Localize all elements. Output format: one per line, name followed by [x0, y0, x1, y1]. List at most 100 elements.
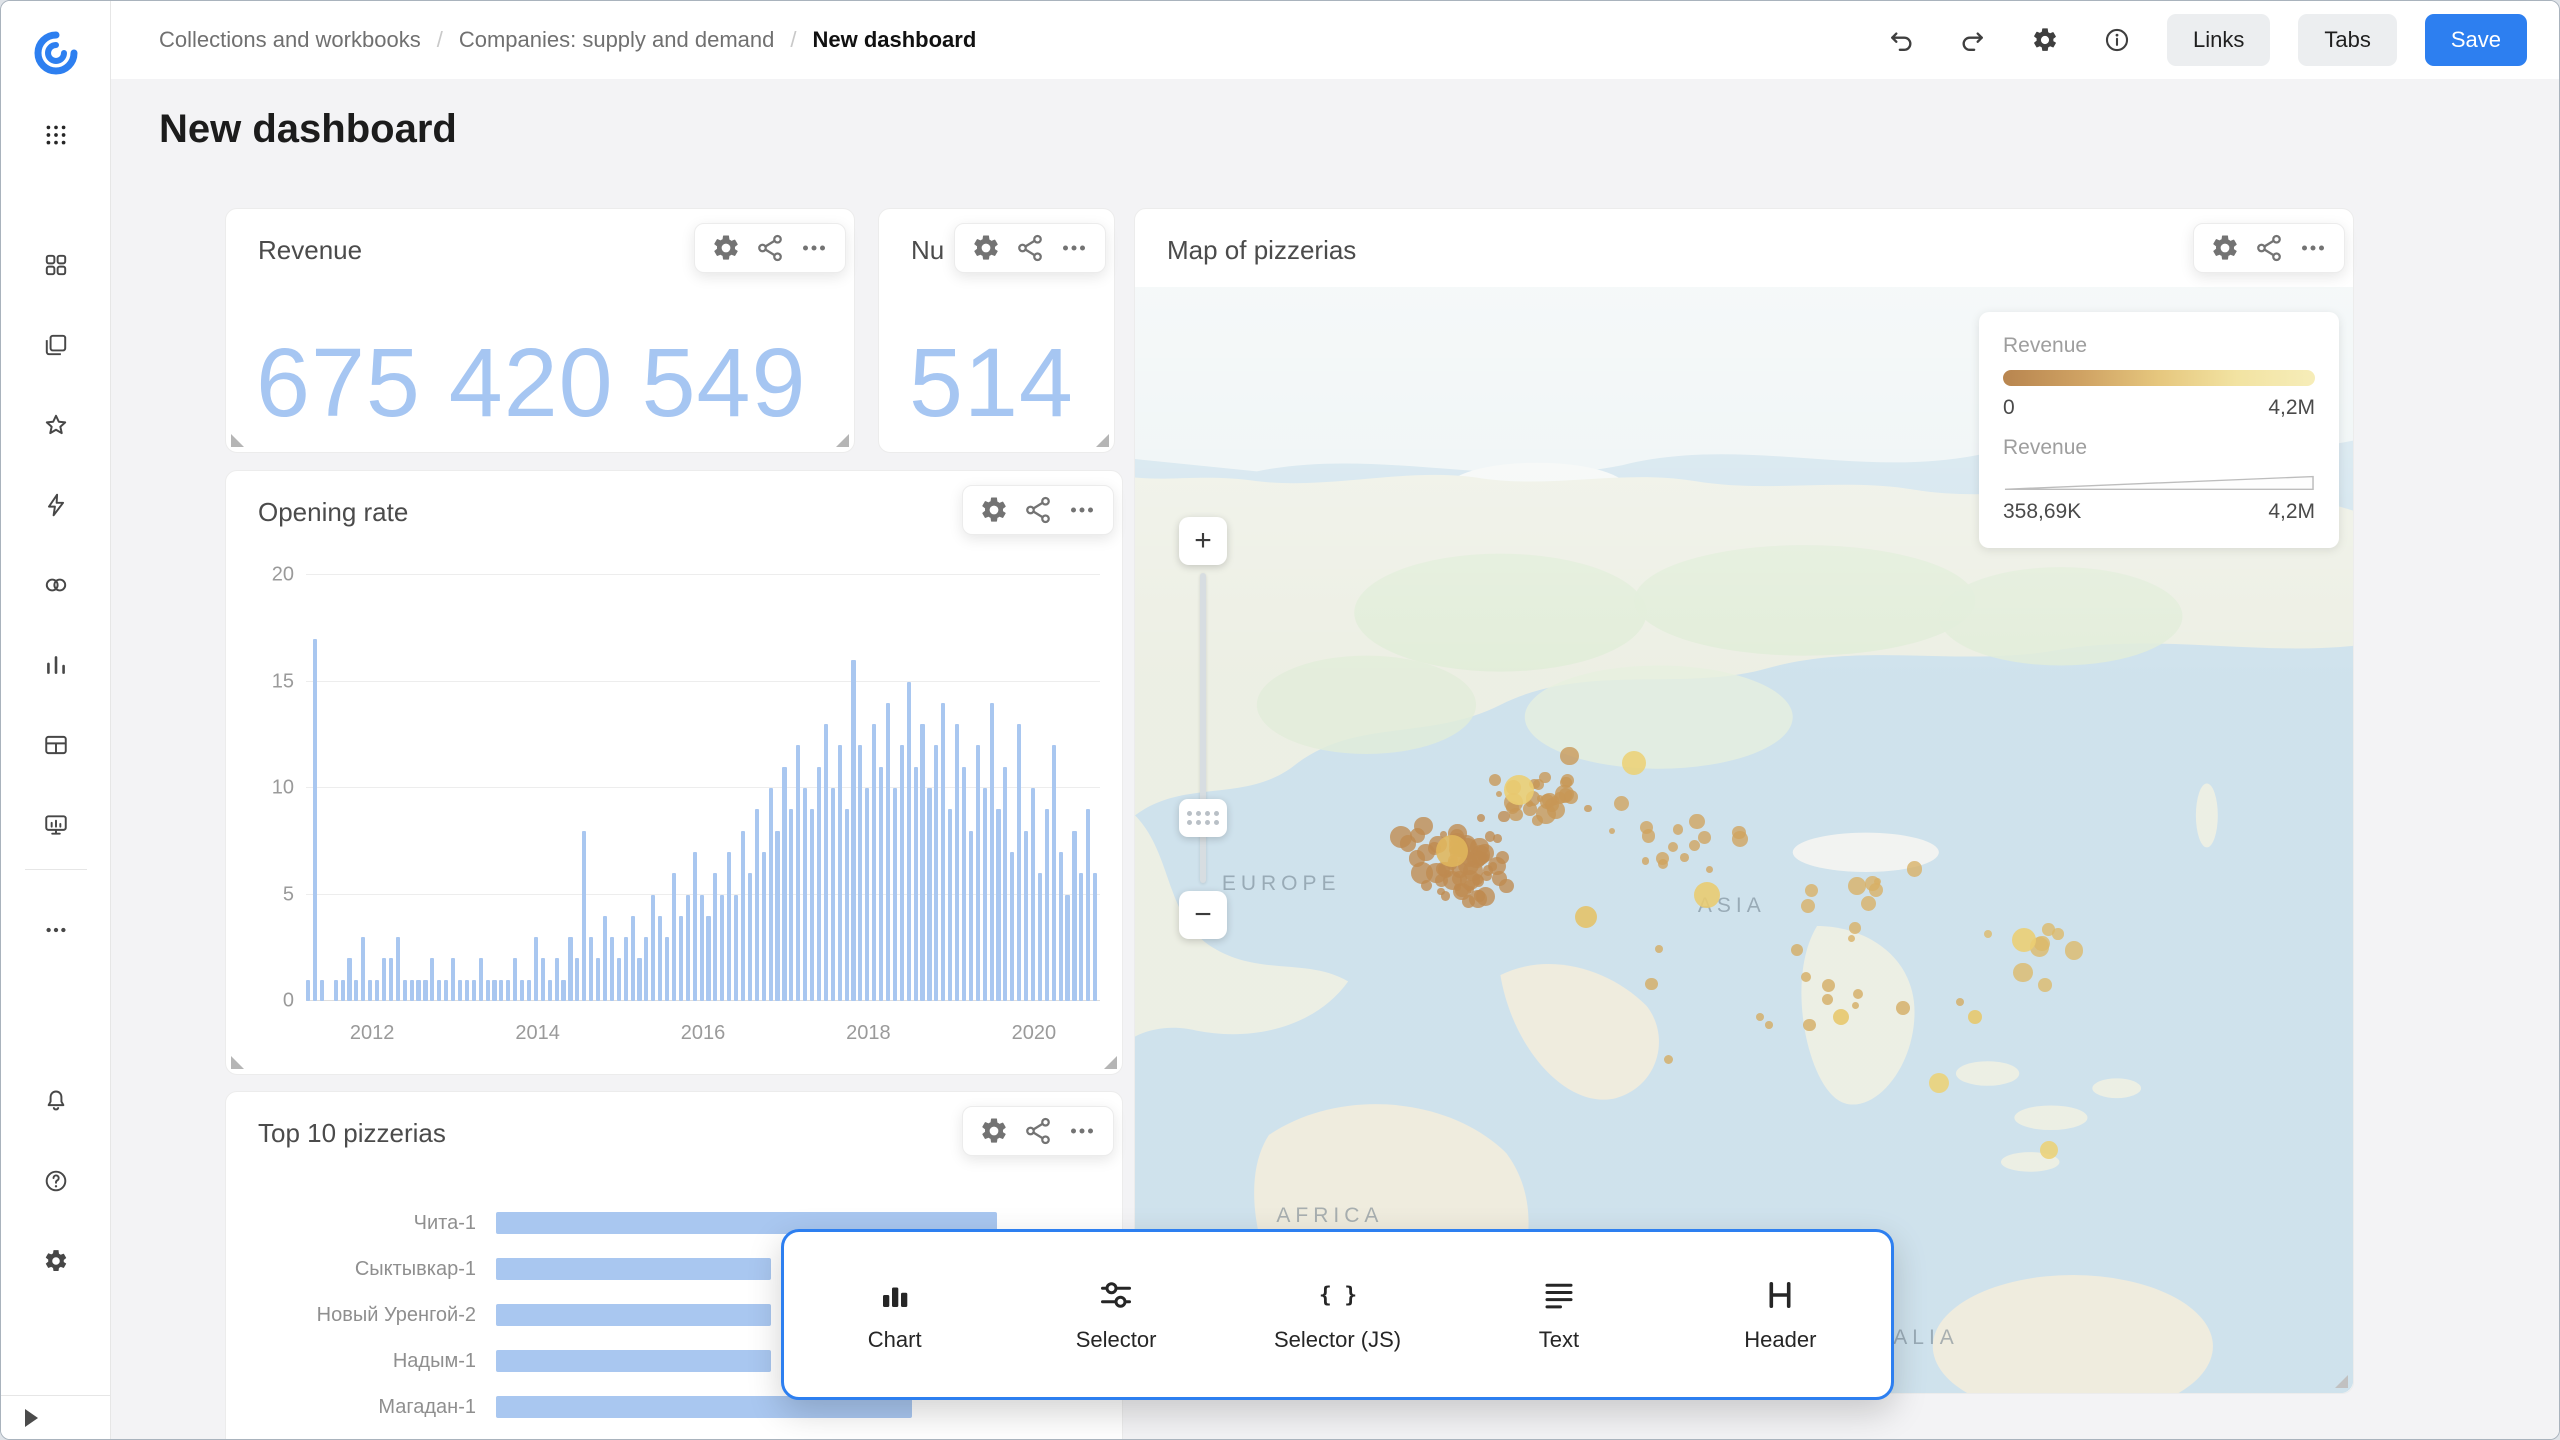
bar	[361, 937, 365, 1001]
save-button[interactable]: Save	[2425, 14, 2527, 66]
tabs-button[interactable]: Tabs	[2298, 14, 2396, 66]
add-selector-button[interactable]: Selector	[1005, 1232, 1226, 1397]
settings-button[interactable]	[34, 1239, 78, 1283]
add-chart-button[interactable]: Chart	[784, 1232, 1005, 1397]
widget-revenue[interactable]: Revenue 675 420 549	[225, 208, 855, 453]
widget-share-button[interactable]	[1023, 495, 1053, 525]
bar	[389, 958, 393, 1001]
layers-icon	[43, 332, 69, 358]
bar	[444, 980, 448, 1001]
widget-map[interactable]: Map of pizzerias	[1134, 208, 2354, 1394]
resize-handle[interactable]	[231, 434, 244, 447]
notifications-button[interactable]	[34, 1079, 78, 1123]
links-button[interactable]: Links	[2167, 14, 2270, 66]
sidebar-item-quick-actions[interactable]	[34, 483, 78, 527]
map-point	[1542, 793, 1556, 807]
add-text-button[interactable]: Text	[1448, 1232, 1669, 1397]
collapse-sidebar-icon[interactable]	[25, 1409, 38, 1427]
x-axis-tick: 2020	[1012, 1022, 1057, 1045]
y-axis-tick: 10	[248, 777, 294, 800]
bar	[824, 724, 828, 1001]
bar	[334, 980, 338, 1001]
add-widget-toolbar: Chart Selector Selector (JS) Text Header	[781, 1229, 1894, 1400]
bar	[651, 895, 655, 1002]
widget-share-button[interactable]	[1015, 233, 1045, 263]
map-point	[1833, 1009, 1849, 1025]
map-point	[1417, 844, 1435, 862]
sidebar-item-connections[interactable]	[34, 563, 78, 607]
resize-handle[interactable]	[1096, 434, 1109, 447]
bar	[472, 980, 476, 1001]
ellipsis-icon	[2298, 233, 2328, 263]
widget-more-button[interactable]	[1067, 1116, 1097, 1146]
map-zoom-control: + −	[1179, 517, 1227, 939]
zoom-in-button[interactable]: +	[1179, 517, 1227, 565]
bar	[672, 873, 676, 1001]
bar	[720, 895, 724, 1002]
bar	[430, 958, 434, 1001]
map-point	[1655, 945, 1663, 953]
bar	[851, 660, 855, 1001]
map-point	[1706, 866, 1713, 873]
widget-settings-button[interactable]	[979, 495, 1009, 525]
dashboard-settings-button[interactable]	[2023, 18, 2067, 62]
map-point	[2065, 941, 2083, 959]
widget-more-button[interactable]	[799, 233, 829, 263]
widget-settings-button[interactable]	[711, 233, 741, 263]
add-header-button[interactable]: Header	[1670, 1232, 1891, 1397]
sidebar-item-favorites[interactable]	[34, 403, 78, 447]
undo-button[interactable]	[1879, 18, 1923, 62]
widget-settings-button[interactable]	[971, 233, 1001, 263]
widget-share-button[interactable]	[755, 233, 785, 263]
breadcrumb-workbook[interactable]: Companies: supply and demand	[459, 27, 775, 53]
legend-color-gradient	[2003, 370, 2315, 386]
map-point	[1861, 896, 1877, 912]
redo-button[interactable]	[1951, 18, 1995, 62]
x-axis-tick: 2014	[515, 1022, 560, 1045]
sidebar-item-dashboards[interactable]	[34, 243, 78, 287]
widget-more-button[interactable]	[1059, 233, 1089, 263]
widget-settings-button[interactable]	[979, 1116, 1009, 1146]
bar	[375, 980, 379, 1001]
sidebar-item-collections[interactable]	[34, 323, 78, 367]
bar	[1031, 788, 1035, 1001]
widget-opening-rate[interactable]: Opening rate 051015202012201420162018202…	[225, 470, 1123, 1075]
zoom-handle[interactable]	[1179, 799, 1227, 837]
widget-more-button[interactable]	[2298, 233, 2328, 263]
x-axis-tick: 2016	[681, 1022, 726, 1045]
add-selector-js-button[interactable]: Selector (JS)	[1227, 1232, 1448, 1397]
resize-handle[interactable]	[1104, 1056, 1117, 1069]
resize-handle[interactable]	[836, 434, 849, 447]
widget-settings-button[interactable]	[2210, 233, 2240, 263]
widget-more-button[interactable]	[1067, 495, 1097, 525]
sidebar-item-presentations[interactable]	[34, 803, 78, 847]
map-viewport[interactable]: EUROPEASIAAFRICAAUSTRALIA + −	[1135, 287, 2353, 1393]
widget-share-button[interactable]	[1023, 1116, 1053, 1146]
datalens-logo-icon[interactable]	[32, 29, 80, 77]
map-point	[1564, 790, 1578, 804]
monitor-chart-icon	[43, 812, 69, 838]
sidebar-more-button[interactable]	[34, 908, 78, 952]
zoom-slider[interactable]	[1179, 573, 1227, 883]
sidebar	[1, 1, 111, 1439]
bar	[1093, 873, 1097, 1001]
info-button[interactable]	[2095, 18, 2139, 62]
sidebar-item-datasets[interactable]	[34, 723, 78, 767]
tool-label: Selector (JS)	[1274, 1327, 1401, 1353]
widget-counter[interactable]: Nu 514	[878, 208, 1115, 453]
category-label: Чита-1	[226, 1212, 496, 1235]
resize-handle[interactable]	[231, 1056, 244, 1069]
widget-share-button[interactable]	[2254, 233, 2284, 263]
bar	[955, 724, 959, 1001]
map-point	[1694, 882, 1720, 908]
help-button[interactable]	[34, 1159, 78, 1203]
widget-title: Opening rate	[258, 497, 408, 528]
zoom-out-button[interactable]: −	[1179, 891, 1227, 939]
map-point	[2052, 928, 2064, 940]
bar	[582, 831, 586, 1001]
share-icon	[1023, 495, 1053, 525]
sidebar-item-charts[interactable]	[34, 643, 78, 687]
apps-grid-button[interactable]	[34, 113, 78, 157]
breadcrumb-collections[interactable]: Collections and workbooks	[159, 27, 421, 53]
map-point	[1698, 831, 1711, 844]
